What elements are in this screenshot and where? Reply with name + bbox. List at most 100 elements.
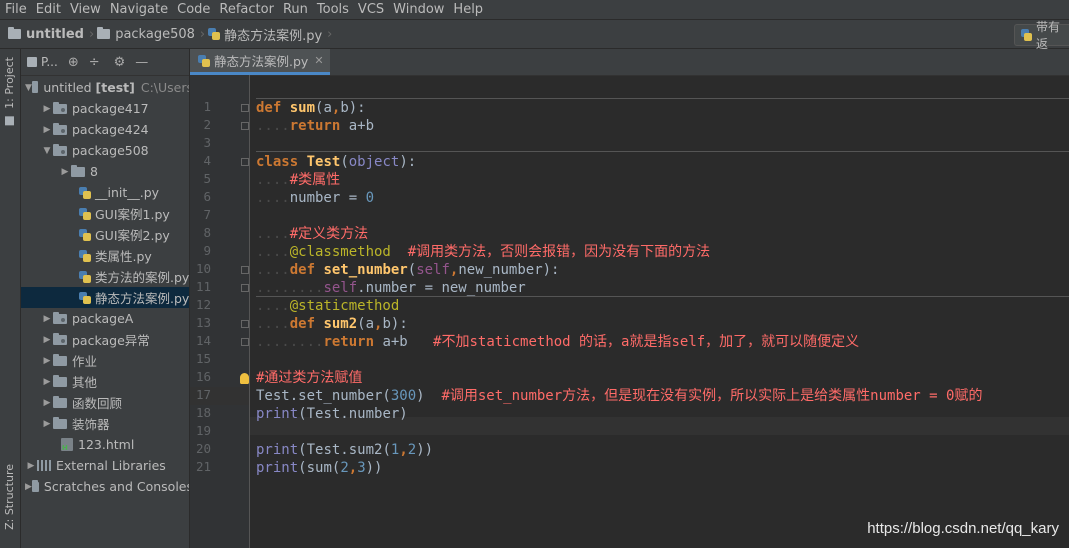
line-number: 8	[203, 225, 211, 240]
line-number-gutter: 1 2 3 4 5 6 7 8 9 10 11 12 13 14 15 16 17 18 19 20 21	[190, 75, 250, 548]
tree-item-other[interactable]: ▶ 其他	[21, 371, 189, 392]
menu-vcs[interactable]: VCS	[353, 2, 388, 17]
tree-item-function-review[interactable]: ▶ 函数回顾	[21, 392, 189, 413]
python-file-icon	[79, 291, 91, 304]
code-line-5: ....#类属性	[256, 172, 341, 188]
project-panel: P... ⊕ ÷ ⚙ — ▼ untitled [test] C:\Users …	[21, 49, 190, 548]
python-file-icon	[79, 228, 91, 241]
close-icon[interactable]: ✕	[314, 54, 323, 67]
chevron-right-icon: ▶	[61, 166, 69, 177]
chevron-right-icon: ›	[199, 26, 206, 42]
fold-marker-icon[interactable]	[241, 284, 249, 292]
project-panel-title[interactable]: P...	[41, 55, 58, 69]
line-number: 16	[195, 369, 211, 384]
tree-item-package-exception[interactable]: ▶ package异常	[21, 329, 189, 350]
sync-icon[interactable]: ⊕	[68, 55, 79, 70]
tree-item-gui1[interactable]: GUI案例1.py	[21, 203, 189, 224]
python-file-icon	[208, 28, 221, 40]
editor-tab-bar: 静态方法案例.py ✕	[190, 49, 1069, 76]
tree-item-gui2[interactable]: GUI案例2.py	[21, 224, 189, 245]
code-line-1: def sum(a,b):	[256, 100, 366, 116]
tree-item-packageA[interactable]: ▶ packageA	[21, 308, 189, 329]
line-number: 7	[203, 207, 211, 222]
package-icon	[53, 332, 67, 345]
tree-item-package508[interactable]: ▼ package508	[21, 140, 189, 161]
breadcrumb-package[interactable]: package508 ›	[97, 27, 208, 42]
python-file-icon	[79, 186, 91, 199]
tree-item-decorators[interactable]: ▶ 装饰器	[21, 413, 189, 434]
breadcrumb: untitled › package508 › 静态方法案例.py › 带有返	[0, 19, 1069, 51]
tree-item-package424[interactable]: ▶ package424	[21, 119, 189, 140]
hide-icon[interactable]: —	[135, 55, 148, 70]
fold-marker-icon[interactable]	[241, 158, 249, 166]
tree-item-external-libraries[interactable]: ▶ External Libraries	[21, 455, 189, 476]
line-number: 6	[203, 189, 211, 204]
tree-root[interactable]: ▼ untitled [test] C:\Users	[21, 77, 189, 98]
chevron-right-icon: ▶	[25, 481, 32, 492]
chevron-right-icon: ▶	[43, 376, 51, 387]
tree-item-init-py[interactable]: __init__.py	[21, 182, 189, 203]
html-file-icon	[61, 438, 73, 452]
code-line-18: print(Test.number)	[256, 406, 408, 422]
tree-item-classmethod-demo[interactable]: 类方法的案例.py	[21, 266, 189, 287]
breadcrumb-file[interactable]: 静态方法案例.py ›	[208, 25, 335, 44]
tree-item-8[interactable]: ▶ 8	[21, 161, 189, 182]
editor: 静态方法案例.py ✕ 1 2 3 4 5 6 7 8 9 10 11 12 13 14 15 16 17 18 1…	[190, 49, 1069, 548]
line-number: 10	[195, 261, 211, 276]
menu-refactor[interactable]: Refactor	[214, 2, 278, 17]
menu-run[interactable]: Run	[278, 2, 312, 17]
chevron-right-icon: ▶	[43, 334, 51, 345]
menu-code[interactable]: Code	[172, 2, 214, 17]
menu-file[interactable]: File	[0, 2, 31, 17]
package-icon	[53, 311, 67, 324]
tree-item-homework[interactable]: ▶ 作业	[21, 350, 189, 371]
tree-item-package417[interactable]: ▶ package417	[21, 98, 189, 119]
fold-marker-icon[interactable]	[241, 338, 249, 346]
line-number: 12	[195, 297, 211, 312]
fold-marker-icon[interactable]	[241, 104, 249, 112]
code-line-17: Test.set_number(300) #调用set_number方法，但是现…	[256, 388, 983, 404]
fold-marker-icon[interactable]	[241, 320, 249, 328]
menu-navigate[interactable]: Navigate	[105, 2, 172, 17]
code-editor[interactable]: def sum(a,b): ....return a+b class Test(…	[240, 75, 1069, 548]
code-line-20: print(Test.sum2(1,2))	[256, 442, 434, 458]
tree-item-staticmethod-demo[interactable]: 静态方法案例.py	[21, 287, 189, 308]
package-icon	[53, 143, 67, 156]
menu-window[interactable]: Window	[388, 2, 448, 17]
menu-help[interactable]: Help	[448, 2, 487, 17]
chevron-right-icon: ▶	[43, 418, 51, 429]
project-panel-header: P... ⊕ ÷ ⚙ —	[21, 49, 189, 76]
tab-staticmethod-demo[interactable]: 静态方法案例.py ✕	[190, 49, 330, 75]
menu-tools[interactable]: Tools	[312, 2, 353, 17]
fold-marker-icon[interactable]	[241, 266, 249, 274]
code-line-11: ........self.number = new_number	[256, 280, 526, 296]
chevron-right-icon: ›	[327, 26, 333, 42]
breadcrumb-project[interactable]: untitled ›	[8, 27, 97, 42]
method-separator	[256, 98, 1069, 99]
left-tool-strip: 1: Project Z: Structure	[0, 49, 21, 548]
code-line-16: #通过类方法赋值	[240, 369, 362, 387]
line-number: 20	[195, 441, 211, 456]
lightbulb-icon[interactable]	[240, 372, 249, 384]
tree-item-scratches[interactable]: ▶ Scratches and Consoles	[21, 476, 189, 497]
tree-item-123-html[interactable]: 123.html	[21, 434, 189, 455]
folder-icon	[5, 116, 15, 126]
line-number: 1	[203, 99, 211, 114]
menu-view[interactable]: View	[65, 2, 105, 17]
tab-structure[interactable]: Z: Structure	[3, 464, 16, 530]
chevron-right-icon: ▶	[43, 103, 51, 114]
code-line-8: ....#定义类方法	[256, 226, 369, 242]
tab-project[interactable]: 1: Project	[3, 57, 16, 126]
run-configuration-select[interactable]: 带有返	[1014, 20, 1069, 51]
collapse-icon[interactable]: ÷	[89, 55, 100, 70]
watermark: https://blog.csdn.net/qq_kary	[867, 520, 1059, 537]
chevron-down-icon: ▼	[25, 82, 32, 93]
code-line-14: ........return a+b #不加staticmethod 的话，a就…	[256, 334, 860, 350]
chevron-down-icon: ▼	[43, 145, 51, 156]
gear-icon[interactable]: ⚙	[114, 55, 126, 70]
code-line-6: ....number = 0	[256, 190, 375, 206]
menu-edit[interactable]: Edit	[31, 2, 65, 17]
fold-marker-icon[interactable]	[241, 122, 249, 130]
folder-icon	[53, 416, 67, 429]
tree-item-class-attr[interactable]: 类属性.py	[21, 245, 189, 266]
